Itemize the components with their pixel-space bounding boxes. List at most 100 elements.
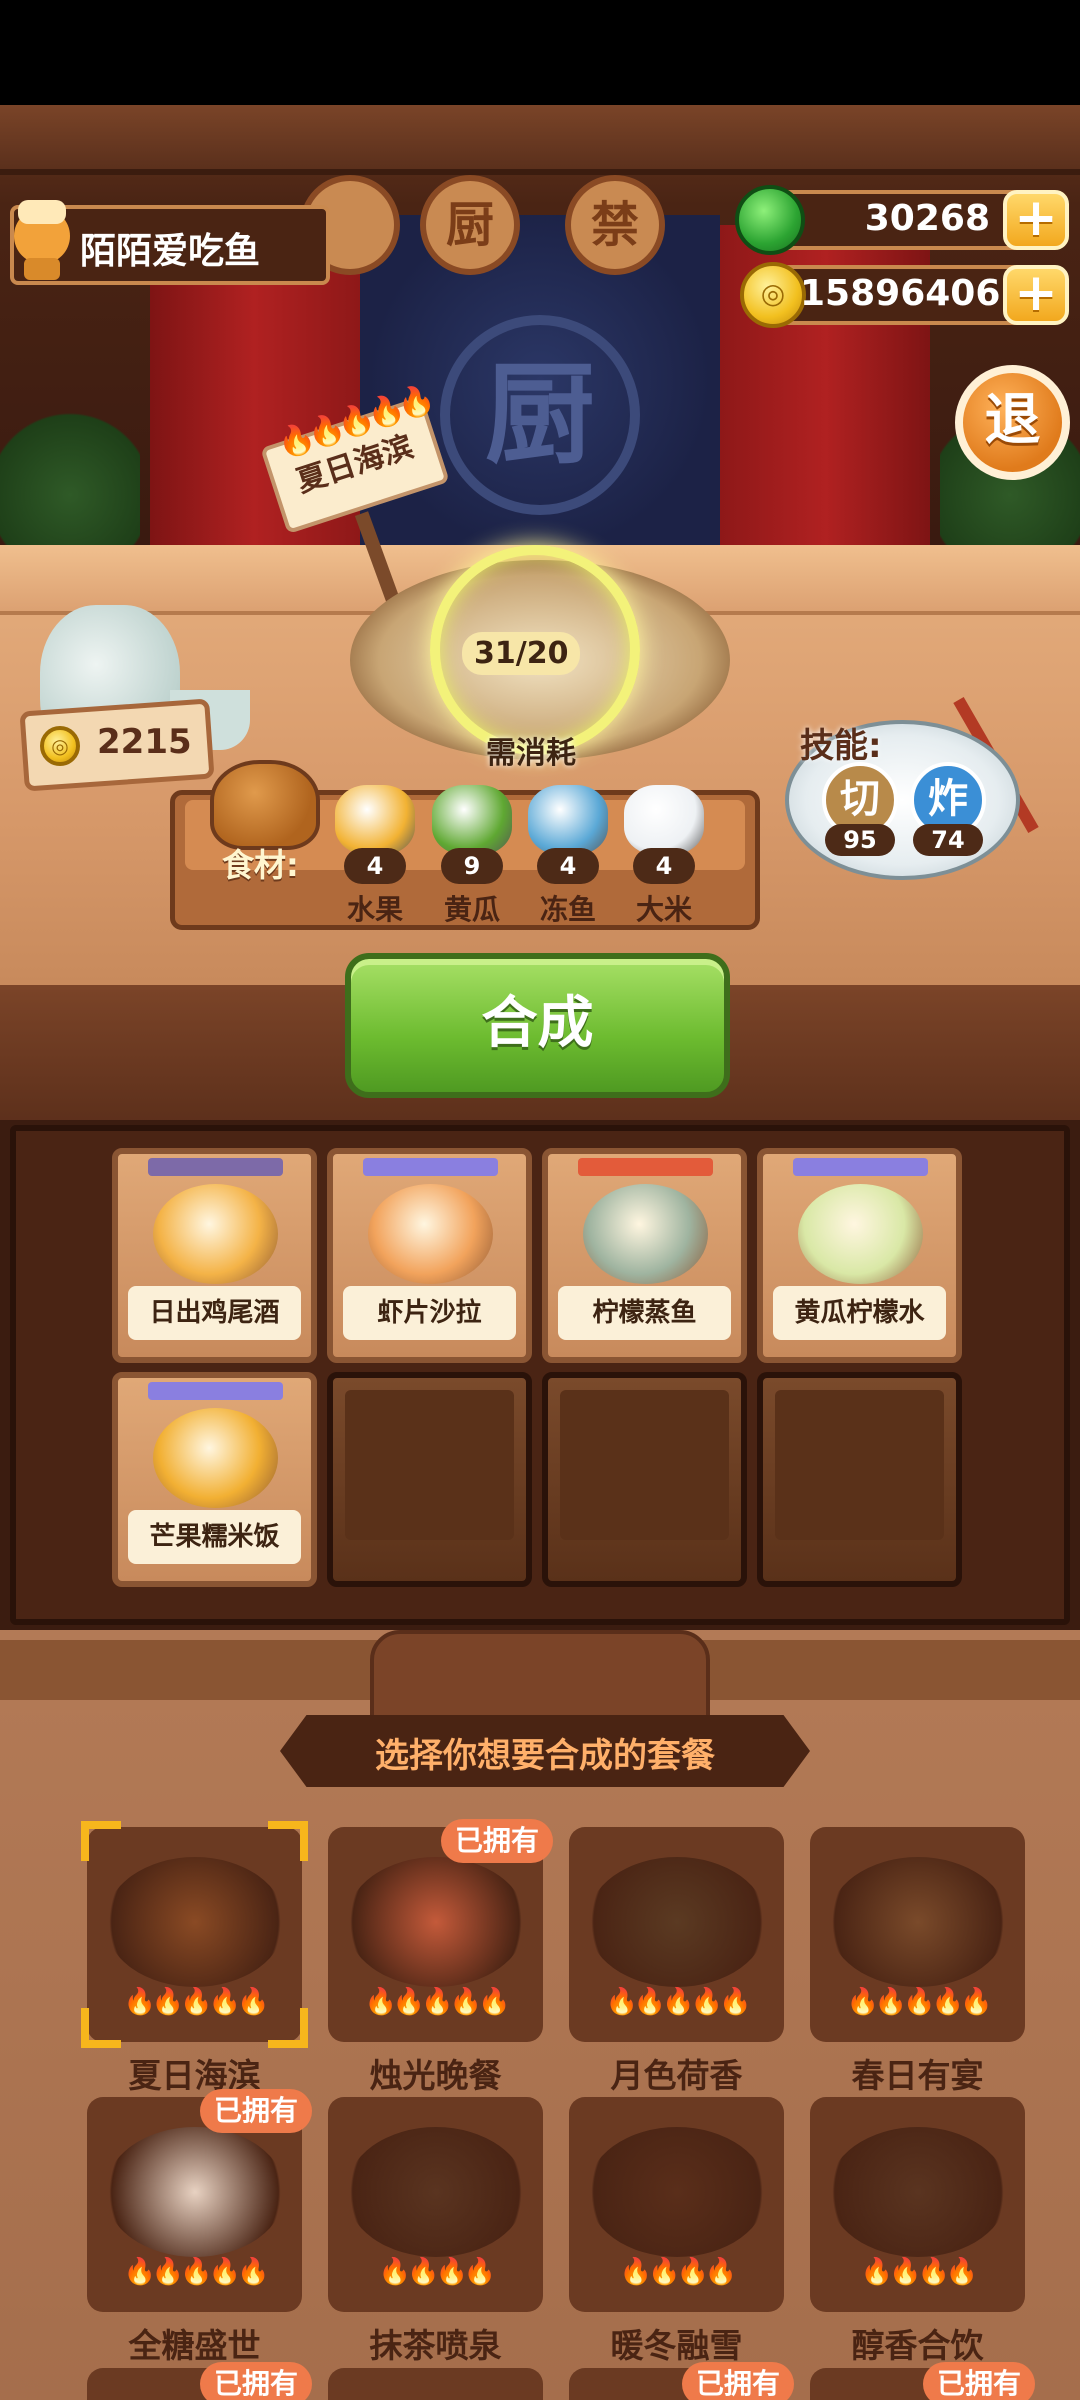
meal-card-partial[interactable]: 已拥有 (87, 2362, 312, 2400)
dish-rarity-bar (578, 1158, 713, 1176)
selection-tab-handle[interactable] (370, 1630, 710, 1725)
meal-name: 春日有宴 (851, 2056, 984, 2095)
skill-cut-value: 95 (825, 824, 895, 856)
meal-card-partial[interactable] (328, 2368, 543, 2400)
meal-difficulty-flames: 🔥🔥🔥🔥 (619, 2257, 738, 2287)
meal-image (587, 2127, 767, 2257)
ingredient-name: 冻鱼 (539, 893, 596, 926)
fruit-icon (335, 785, 415, 855)
ingredient-name: 大米 (635, 893, 692, 926)
meal-name: 烛光晚餐 (369, 2056, 502, 2095)
meal-difficulty-flames: 🔥🔥🔥🔥 (378, 2257, 497, 2287)
ingredient-cucumber[interactable]: 9 黄瓜 (432, 785, 512, 926)
shelf-dish-name: 芒果糯米饭 (128, 1510, 301, 1564)
meal-card[interactable]: 🔥🔥🔥🔥 (328, 2097, 543, 2312)
meal-card[interactable]: 🔥🔥🔥🔥🔥 (569, 1827, 784, 2042)
gem-balance: 30268 (864, 198, 990, 239)
dish-rarity-bar (148, 1158, 283, 1176)
skills-label: 技能: (800, 726, 882, 766)
owned-badge: 已拥有 (681, 2362, 794, 2400)
ingredient-count: 9 (441, 848, 503, 884)
plant-left (0, 405, 140, 545)
shelf-slot-empty (757, 1372, 962, 1587)
player-name: 陌陌爱吃鱼 (80, 231, 261, 272)
shelf-slot[interactable]: 虾片沙拉 (327, 1148, 532, 1363)
dish-image (798, 1184, 923, 1284)
meal-card[interactable]: 🔥🔥🔥🔥🔥 (810, 1827, 1025, 2042)
dish-image (583, 1184, 708, 1284)
ingredient-fruit[interactable]: 4 水果 (335, 785, 415, 926)
coin-icon: ◎ (740, 262, 806, 328)
meal-card-partial[interactable]: 已拥有 (810, 2362, 1035, 2400)
add-coins-button[interactable]: + (1003, 265, 1069, 325)
meal-card-partial[interactable]: 已拥有 (569, 2362, 794, 2400)
shelf-slot[interactable]: 芒果糯米饭 (112, 1372, 317, 1587)
shelf-dish-name: 黄瓜柠檬水 (773, 1286, 946, 1340)
owned-badge: 已拥有 (922, 2362, 1035, 2400)
empty-slot-inner (345, 1390, 514, 1540)
meal-image (828, 1857, 1008, 1987)
stage-sign-3: 禁 (565, 175, 665, 275)
meal-image (105, 2127, 285, 2257)
dish-rarity-bar (148, 1382, 283, 1400)
exit-button[interactable]: 退 (955, 365, 1070, 480)
meal-name: 抹茶喷泉 (369, 2326, 502, 2365)
meal-difficulty-flames: 🔥🔥🔥🔥🔥 (605, 1987, 752, 2017)
ingredient-count: 4 (537, 848, 599, 884)
shelf-slot[interactable]: 黄瓜柠檬水 (757, 1148, 962, 1363)
selection-corner (81, 2008, 121, 2048)
ingredient-name: 水果 (346, 893, 403, 926)
meal-image (828, 2127, 1008, 2257)
gem-icon (735, 185, 805, 255)
skill-fry-value: 74 (913, 824, 983, 856)
stage-beam (0, 105, 1080, 175)
shelf-slot-empty (327, 1372, 532, 1587)
ingredient-count: 4 (633, 848, 695, 884)
stage-background: 厨 厨 禁 (0, 105, 1080, 545)
dish-image (368, 1184, 493, 1284)
ingredient-rice[interactable]: 4 大米 (624, 785, 704, 926)
meal-card[interactable]: 🔥🔥🔥🔥 (810, 2097, 1025, 2312)
shelf-dish-name: 虾片沙拉 (343, 1286, 516, 1340)
shelf-dish-name: 柠檬蒸鱼 (558, 1286, 731, 1340)
dish-price: 2215 (97, 722, 192, 762)
meal-difficulty-flames: 🔥🔥🔥🔥🔥 (123, 2257, 270, 2287)
status-bar-area (0, 0, 1080, 105)
need-consume-label: 需消耗 (486, 736, 576, 771)
shelf-slot-empty (542, 1372, 747, 1587)
pot-icon (210, 760, 320, 850)
dish-rarity-bar (363, 1158, 498, 1176)
meal-card[interactable]: 🔥🔥🔥🔥🔥 已拥有 (328, 1819, 553, 2042)
ingredient-frozen-fish[interactable]: 4 冻鱼 (528, 785, 608, 926)
craft-button[interactable]: 合成 (345, 953, 730, 1098)
dish-rarity-bar (793, 1158, 928, 1176)
shelf-dish-name: 日出鸡尾酒 (128, 1286, 301, 1340)
meal-card[interactable]: 🔥🔥🔥🔥🔥 已拥有 (87, 2089, 312, 2312)
ingredient-name: 黄瓜 (443, 893, 500, 926)
meal-image (346, 1857, 526, 1987)
owned-badge: 已拥有 (199, 2362, 312, 2400)
fish-icon (528, 785, 608, 855)
stage-sign-2: 厨 (420, 175, 520, 275)
price-coin-icon: ◎ (40, 726, 80, 766)
meal-name: 暖冬融雪 (610, 2326, 743, 2365)
dish-image (153, 1184, 278, 1284)
meal-image (346, 2127, 526, 2257)
ingredient-count: 4 (344, 848, 406, 884)
owned-badge: 已拥有 (440, 1819, 553, 1863)
rice-icon (624, 785, 704, 855)
owned-badge: 已拥有 (199, 2089, 312, 2133)
add-gems-button[interactable]: + (1003, 190, 1069, 250)
meal-card[interactable]: 🔥🔥🔥🔥 (569, 2097, 784, 2312)
chef-avatar-icon (14, 200, 70, 280)
meal-image (587, 1857, 767, 1987)
ingredients-label: 食材: (222, 846, 299, 884)
dish-image (153, 1408, 278, 1508)
kitchen-emblem-icon: 厨 (440, 315, 640, 515)
cucumber-icon (432, 785, 512, 855)
shelf-slot[interactable]: 柠檬蒸鱼 (542, 1148, 747, 1363)
empty-slot-inner (775, 1390, 944, 1540)
meal-name: 醇香合饮 (851, 2326, 984, 2365)
shelf-slot[interactable]: 日出鸡尾酒 (112, 1148, 317, 1363)
selection-title: 选择你想要合成的套餐 (375, 1736, 715, 1776)
